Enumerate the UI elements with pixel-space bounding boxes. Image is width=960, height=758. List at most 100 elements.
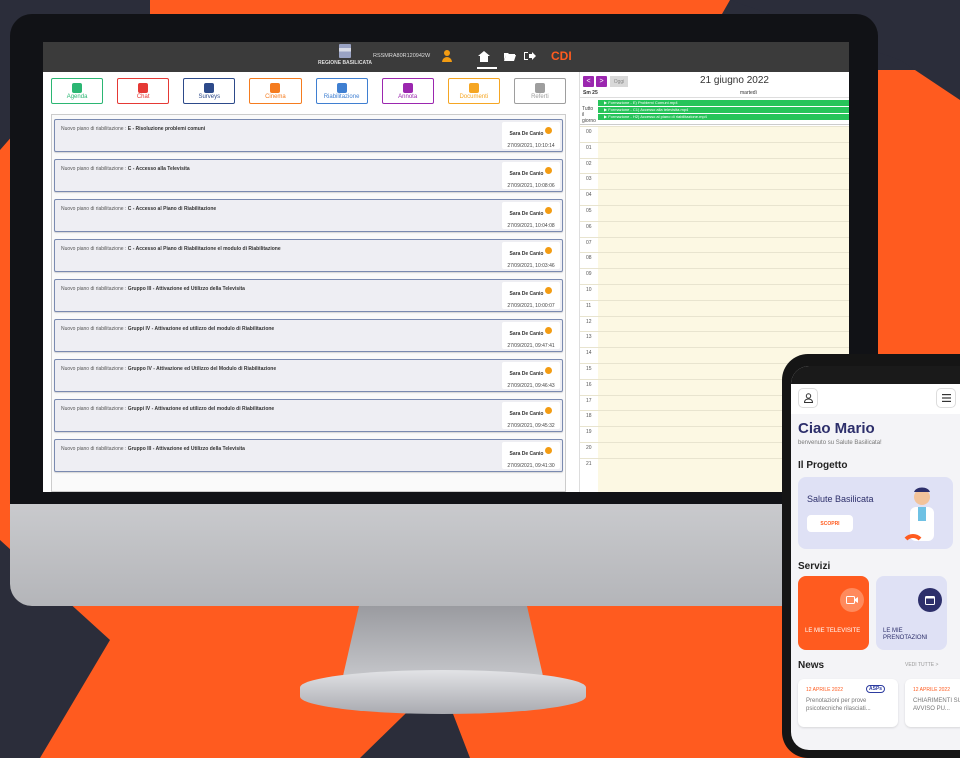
my-bookings-card[interactable]: LE MIE PRENOTAZIONI [876, 576, 947, 650]
calendar-icon [72, 82, 83, 93]
user-code: RSSMRA80R120942W [373, 53, 431, 59]
tile-label: Referti [531, 93, 549, 100]
monitor-stand-neck [343, 606, 543, 676]
calendar-event[interactable]: ▶ Formazione - E) Problemi Comuni.mp4 [598, 100, 849, 106]
hour-label: 04 [586, 192, 592, 199]
tile-agenda[interactable]: Agenda [51, 78, 104, 104]
news-text: CHIARIMENTI SU AVVISO PU... [913, 698, 960, 712]
item-meta: Sara De Canio 27/09/2021, 09:46:43 [502, 362, 560, 389]
region-logo: REGIONE BASILICATA [311, 44, 379, 66]
list-item[interactable]: Nuovo piano di riabilitazione : Gruppi I… [54, 319, 563, 352]
list-item[interactable]: Nuovo piano di riabilitazione : Gruppi I… [54, 399, 563, 432]
user-icon[interactable] [798, 388, 818, 408]
event-title: Formazione - E) Problemi Comuni.mp4 [608, 100, 678, 105]
logout-icon[interactable] [523, 49, 537, 63]
region-crest-icon [339, 44, 351, 58]
hour-label: 07 [586, 239, 592, 246]
item-title: Gruppo III - Attivazione ed Utilizzo del… [127, 286, 245, 292]
project-card[interactable]: Salute Basilicata SCOPRI [798, 477, 953, 549]
item-title: Gruppi IV - Attivazione ed utilizzo del … [127, 326, 275, 332]
item-meta: Sara De Canio 27/09/2021, 09:41:30 [502, 442, 560, 469]
rehab-plan-list: Nuovo piano di riabilitazione : E - Riso… [51, 114, 566, 492]
menu-icon[interactable] [936, 388, 956, 408]
my-televisits-card[interactable]: LE MIE TELEVISITE [798, 576, 869, 650]
item-prefix: Nuovo piano di riabilitazione : [61, 206, 128, 212]
item-text: Nuovo piano di riabilitazione : Gruppo I… [61, 446, 245, 452]
video-camera-icon [840, 588, 864, 612]
tile-label: Annota [398, 93, 418, 100]
calendar-day-label: martedì [740, 90, 757, 96]
hour-label: 08 [586, 255, 592, 262]
hour-row: 09 [580, 268, 849, 284]
tile-chat[interactable]: Chat [117, 78, 170, 104]
calendar-event[interactable]: ▶ Formazione - C1) Accesso alla televisi… [598, 107, 849, 113]
tile-surveys[interactable]: Surveys [183, 78, 236, 104]
app-tiles: Agenda Chat Surveys Cinema Riabilitazione Ann… [51, 78, 566, 106]
calendar-next-button[interactable]: > [596, 76, 607, 87]
item-meta: Sara De Canio 27/09/2021, 10:08:06 [502, 162, 560, 189]
doctor-illustration-icon [904, 487, 934, 541]
item-meta: Sara De Canio 27/09/2021, 10:03:46 [502, 242, 560, 269]
calendar-today-button[interactable]: Oggi [610, 76, 628, 87]
calendar-week-label: Sm 25 [583, 90, 598, 96]
list-item[interactable]: Nuovo piano di riabilitazione : C - Acce… [54, 239, 563, 272]
report-icon [534, 82, 545, 93]
smartphone: Ciao Mario benvenuto su Salute Basilicat… [782, 354, 960, 758]
item-date: 27/09/2021, 09:47:41 [507, 343, 555, 349]
home-icon[interactable] [477, 49, 491, 63]
hour-row: 04 [580, 189, 849, 205]
hour-row: 08 [580, 252, 849, 268]
hour-label: 17 [586, 397, 592, 404]
item-title: C - Accesso al Piano di Riabilitazione [127, 206, 217, 212]
item-title: E - Risoluzione problemi comuni [127, 126, 206, 132]
item-meta: Sara De Canio 27/09/2021, 10:04:08 [502, 202, 560, 229]
item-meta: Sara De Canio 27/09/2021, 09:45:32 [502, 402, 560, 429]
tile-label: Agenda [66, 93, 88, 100]
news-card[interactable]: 12 APRILE 2022 ASPs Prenotazioni per pro… [798, 679, 898, 727]
news-date: 12 APRILE 2022 [806, 687, 843, 693]
my-televisits-label: LE MIE TELEVISITE [805, 628, 861, 634]
item-date: 27/09/2021, 10:08:06 [507, 183, 555, 189]
note-icon [402, 82, 413, 93]
avatar-icon [545, 287, 553, 295]
allday-label: Tutto il giorno [582, 106, 596, 124]
mobile-app-screen: Ciao Mario benvenuto su Salute Basilicat… [791, 366, 960, 750]
hour-label: 18 [586, 413, 592, 420]
tile-riabilitazione[interactable]: Riabilitazione [315, 78, 368, 104]
welcome-text: benvenuto su Salute Basilicata! [798, 440, 882, 446]
news-card[interactable]: 12 APRILE 2022 CHIARIMENTI SU AVVISO PU.… [905, 679, 960, 727]
item-prefix: Nuovo piano di riabilitazione : [61, 166, 128, 172]
item-author: Sara De Canio [509, 171, 544, 177]
tile-documenti[interactable]: Documenti [447, 78, 500, 104]
item-author: Sara De Canio [509, 451, 544, 457]
calendar-event[interactable]: ▶ Formazione - H2) Accesso al piano di r… [598, 114, 849, 120]
calendar-prev-button[interactable]: < [583, 76, 594, 87]
item-prefix: Nuovo piano di riabilitazione : [61, 126, 128, 132]
mobile-header [791, 384, 960, 414]
monitor-stand-base [300, 670, 586, 714]
list-item[interactable]: Nuovo piano di riabilitazione : Gruppo I… [54, 439, 563, 472]
list-item[interactable]: Nuovo piano di riabilitazione : E - Riso… [54, 119, 563, 152]
item-meta: Sara De Canio 27/09/2021, 09:47:41 [502, 322, 560, 349]
hour-label: 00 [586, 129, 592, 135]
item-prefix: Nuovo piano di riabilitazione : [61, 366, 128, 372]
list-item[interactable]: Nuovo piano di riabilitazione : Gruppo I… [54, 279, 563, 312]
news-section-title: News [798, 660, 825, 671]
chart-icon [204, 82, 215, 93]
see-all-news-link[interactable]: VEDI TUTTE > [905, 662, 938, 668]
hour-label: 21 [586, 460, 592, 467]
left-panel: Agenda Chat Surveys Cinema Riabilitazione Ann… [43, 72, 573, 492]
user-profile-icon[interactable] [442, 50, 452, 62]
list-item[interactable]: Nuovo piano di riabilitazione : C - Acce… [54, 159, 563, 192]
discover-button[interactable]: SCOPRI [807, 515, 853, 532]
folder-open-icon[interactable] [503, 49, 517, 63]
tile-cinema[interactable]: Cinema [249, 78, 302, 104]
list-item[interactable]: Nuovo piano di riabilitazione : Gruppo I… [54, 359, 563, 392]
avatar-icon [545, 127, 553, 135]
tile-referti[interactable]: Referti [513, 78, 566, 104]
event-title: Formazione - C1) Accesso alla televisita… [608, 107, 689, 112]
item-date: 27/09/2021, 10:00:07 [507, 303, 555, 309]
list-item[interactable]: Nuovo piano di riabilitazione : C - Acce… [54, 199, 563, 232]
item-meta: Sara De Canio 27/09/2021, 10:00:07 [502, 282, 560, 309]
tile-annota[interactable]: Annota [381, 78, 434, 104]
